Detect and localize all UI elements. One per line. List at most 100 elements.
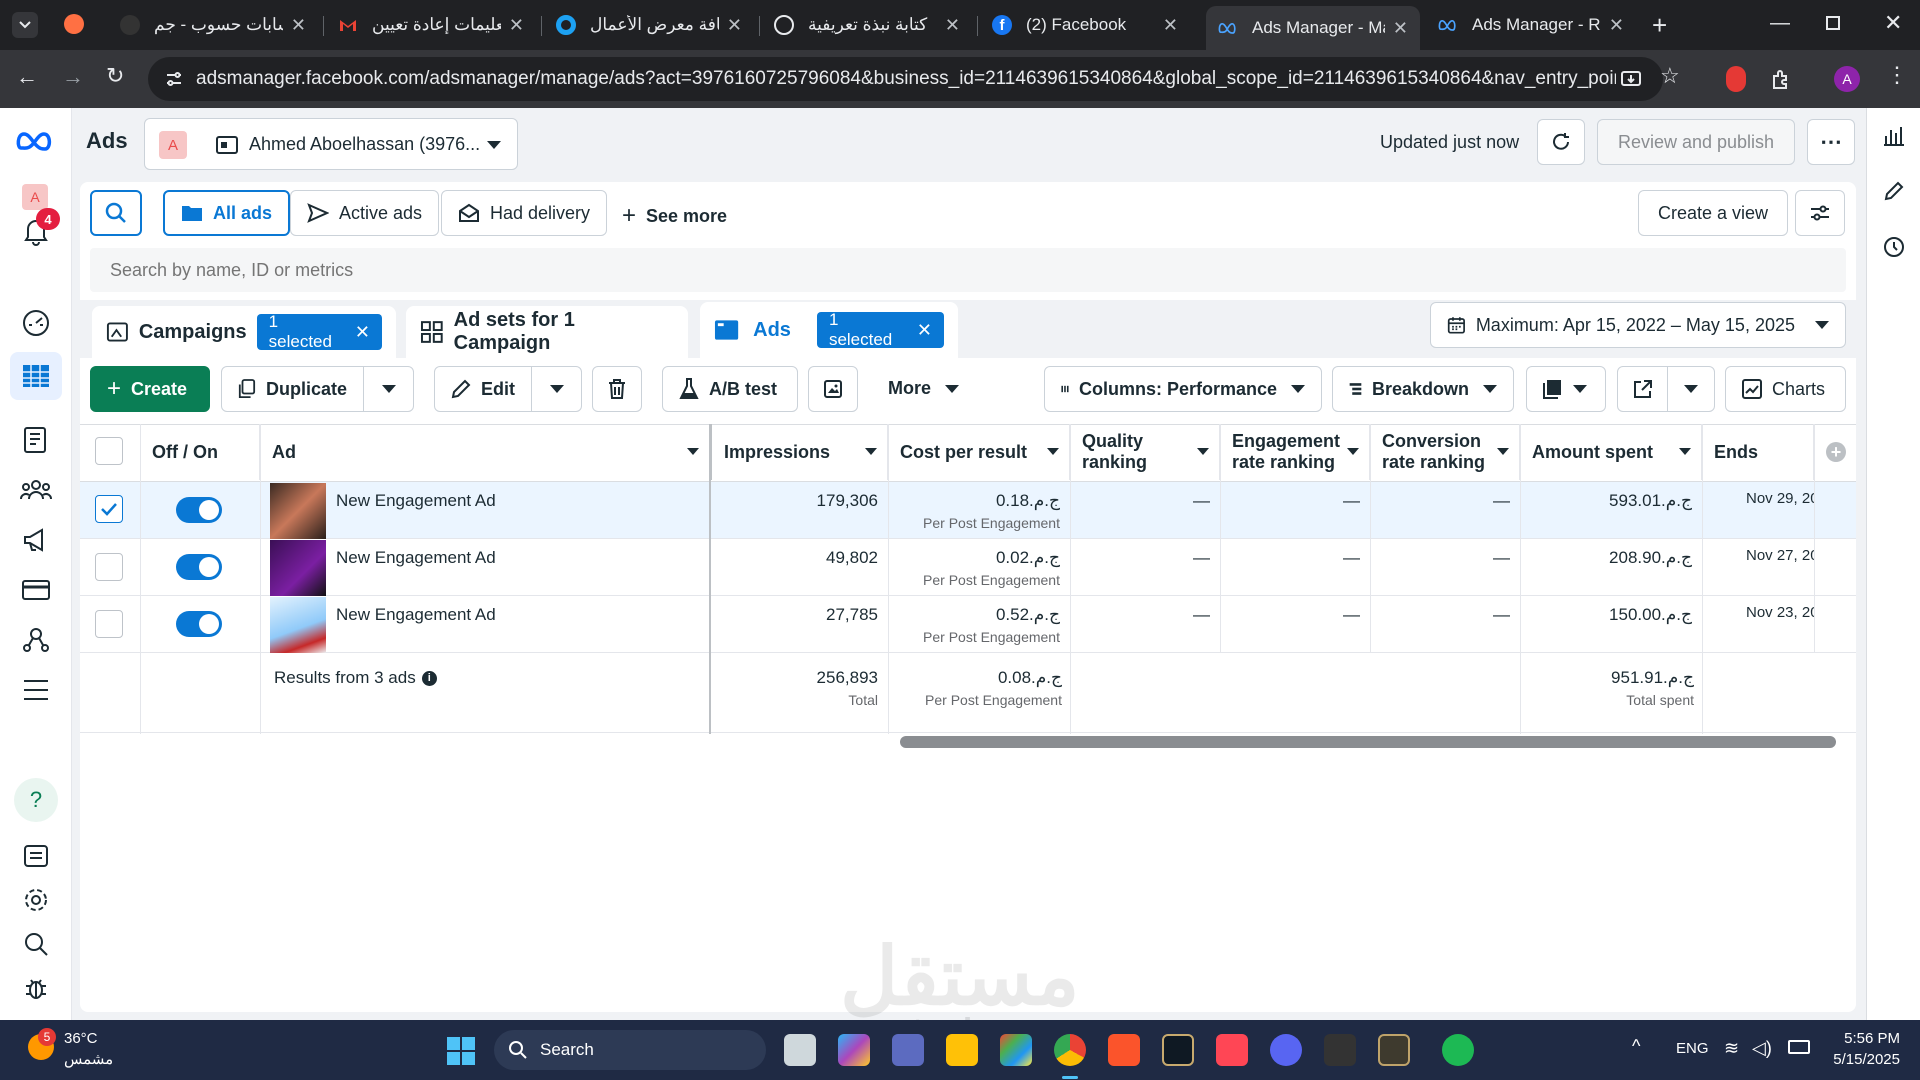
discord-icon[interactable] xyxy=(1270,1034,1302,1066)
tab-facebook[interactable]: f (2) Facebook ✕ xyxy=(980,6,1190,44)
profile-avatar[interactable]: A xyxy=(1834,66,1860,92)
refresh-button[interactable] xyxy=(1537,119,1585,165)
battery-icon[interactable] xyxy=(1788,1040,1810,1054)
charts-button[interactable]: Charts xyxy=(1725,366,1846,412)
column-ends[interactable]: Ends xyxy=(1702,424,1814,480)
edit-button[interactable]: Edit xyxy=(434,366,532,412)
nav-billing[interactable] xyxy=(18,572,54,608)
window-close-button[interactable]: ✕ xyxy=(1884,10,1902,36)
extensions-puzzle-icon[interactable] xyxy=(1770,68,1792,90)
row-toggle[interactable] xyxy=(176,497,222,523)
spotify-icon[interactable] xyxy=(1442,1034,1474,1066)
pencil-icon[interactable] xyxy=(1883,180,1905,202)
volume-icon[interactable]: ◁) xyxy=(1752,1038,1772,1059)
close-icon[interactable]: ✕ xyxy=(1393,18,1408,39)
review-publish-button[interactable]: Review and publish xyxy=(1597,119,1795,165)
horizontal-scrollbar[interactable] xyxy=(900,736,1836,748)
tray-chevron-up-icon[interactable]: ^ xyxy=(1632,1036,1640,1057)
account-selector[interactable]: A Ahmed Aboelhassan (3976... xyxy=(144,118,518,170)
search-button[interactable] xyxy=(90,190,142,236)
ad-name[interactable]: New Engagement Ad xyxy=(336,548,496,568)
teams-icon[interactable] xyxy=(892,1034,924,1066)
task-view-icon[interactable] xyxy=(784,1034,816,1066)
column-amount-spent[interactable]: Amount spent xyxy=(1520,424,1702,480)
close-icon[interactable]: ✕ xyxy=(917,320,932,341)
tab-adsets[interactable]: Ad sets for 1 Campaign xyxy=(406,306,688,358)
tab-hsoub[interactable]: حسابات حسوب - جم ✕ xyxy=(108,6,318,44)
column-impressions[interactable]: Impressions xyxy=(710,424,888,480)
row-toggle[interactable] xyxy=(176,611,222,637)
minimize-button[interactable]: — xyxy=(1770,12,1790,35)
account-avatar[interactable]: A xyxy=(22,184,48,210)
reports-button[interactable] xyxy=(1526,366,1606,412)
filter-all-ads[interactable]: All ads xyxy=(163,190,291,236)
tab-chatgpt[interactable]: كتابة نبذة تعريفية ✕ xyxy=(762,6,972,44)
chrome-menu-icon[interactable]: ⋮ xyxy=(1886,62,1908,88)
close-icon[interactable]: ✕ xyxy=(291,15,306,36)
league-of-legends-icon[interactable] xyxy=(1162,1034,1194,1066)
taskbar-search-box[interactable]: Search xyxy=(494,1030,766,1070)
filter-active-ads[interactable]: Active ads xyxy=(290,190,440,236)
valorant-icon[interactable] xyxy=(1216,1034,1248,1066)
more-actions-button[interactable]: More xyxy=(888,378,960,399)
forward-arrow-icon[interactable]: → xyxy=(62,64,84,90)
clock-date[interactable]: 5/15/2025 xyxy=(1814,1051,1900,1068)
close-icon[interactable]: ✕ xyxy=(355,322,370,343)
filter-had-delivery[interactable]: Had delivery xyxy=(441,190,608,236)
export-button[interactable] xyxy=(1617,366,1668,412)
nav-all-tools[interactable] xyxy=(18,672,54,708)
tab-khamsat[interactable]: إضافة معرض الأعمال ✕ xyxy=(544,6,754,44)
install-app-icon[interactable] xyxy=(1620,69,1642,91)
column-engagement-ranking[interactable]: Engagement rate ranking xyxy=(1220,424,1370,480)
column-offon[interactable]: Off / On xyxy=(140,424,260,480)
bar-chart-icon[interactable] xyxy=(1883,124,1905,146)
delete-button[interactable] xyxy=(592,366,642,412)
column-conversion-ranking[interactable]: Conversion rate ranking xyxy=(1370,424,1520,480)
duplicate-button[interactable]: Duplicate xyxy=(221,366,364,412)
close-icon[interactable]: ✕ xyxy=(945,15,960,36)
row-checkbox[interactable] xyxy=(95,553,123,581)
store-icon[interactable] xyxy=(1000,1034,1032,1066)
column-ad[interactable]: Ad xyxy=(260,424,710,480)
tab-gmail[interactable]: تعليمات إعادة تعيين ✕ xyxy=(326,6,536,44)
export-dropdown[interactable] xyxy=(1667,366,1715,412)
ad-name[interactable]: New Engagement Ad xyxy=(336,491,496,511)
back-arrow-icon[interactable]: ← xyxy=(16,64,38,90)
tab-ads-manager-manage[interactable]: Ads Manager - Man ✕ xyxy=(1206,6,1420,50)
language-indicator[interactable]: ENG xyxy=(1676,1040,1709,1057)
breakdown-button[interactable]: Breakdown xyxy=(1332,366,1514,412)
create-button[interactable]: + Create xyxy=(90,366,210,412)
row-checkbox[interactable] xyxy=(95,495,123,523)
nav-campaigns[interactable] xyxy=(10,352,62,400)
columns-button[interactable]: Columns: Performance xyxy=(1044,366,1322,412)
row-checkbox[interactable] xyxy=(95,610,123,638)
search-metrics-input[interactable] xyxy=(90,248,1846,292)
creative-button[interactable] xyxy=(808,366,858,412)
nav-search[interactable] xyxy=(18,926,54,962)
meta-logo-icon[interactable] xyxy=(16,130,56,152)
close-icon[interactable]: ✕ xyxy=(509,15,524,36)
brave-icon[interactable] xyxy=(1108,1034,1140,1066)
nav-dashboard[interactable] xyxy=(18,304,54,340)
nav-audiences[interactable] xyxy=(18,472,54,508)
tab-ads-manager-reports[interactable]: Ads Manager - Rep ✕ xyxy=(1426,6,1636,44)
nav-business-tools[interactable] xyxy=(18,622,54,658)
nav-reports[interactable] xyxy=(18,422,54,458)
add-column-icon[interactable]: + xyxy=(1826,442,1846,462)
close-icon[interactable]: ✕ xyxy=(1609,15,1624,36)
nav-advertising[interactable] xyxy=(18,522,54,558)
column-quality-ranking[interactable]: Quality ranking xyxy=(1070,424,1220,480)
close-icon[interactable]: ✕ xyxy=(727,15,742,36)
more-options-button[interactable]: ⋯ xyxy=(1807,119,1855,165)
maximize-button[interactable] xyxy=(1826,16,1840,30)
nav-feedback[interactable] xyxy=(18,838,54,874)
nav-report-bug[interactable] xyxy=(18,970,54,1006)
date-range-picker[interactable]: Maximum: Apr 15, 2022 – May 15, 2025 xyxy=(1430,302,1846,348)
windows-start-icon[interactable] xyxy=(446,1036,476,1066)
new-tab-button[interactable]: + xyxy=(1652,10,1667,41)
ad-name[interactable]: New Engagement Ad xyxy=(336,605,496,625)
select-all-checkbox[interactable] xyxy=(95,437,123,465)
see-more-button[interactable]: + See more xyxy=(622,202,727,230)
row-toggle[interactable] xyxy=(176,554,222,580)
file-explorer-icon[interactable] xyxy=(946,1034,978,1066)
